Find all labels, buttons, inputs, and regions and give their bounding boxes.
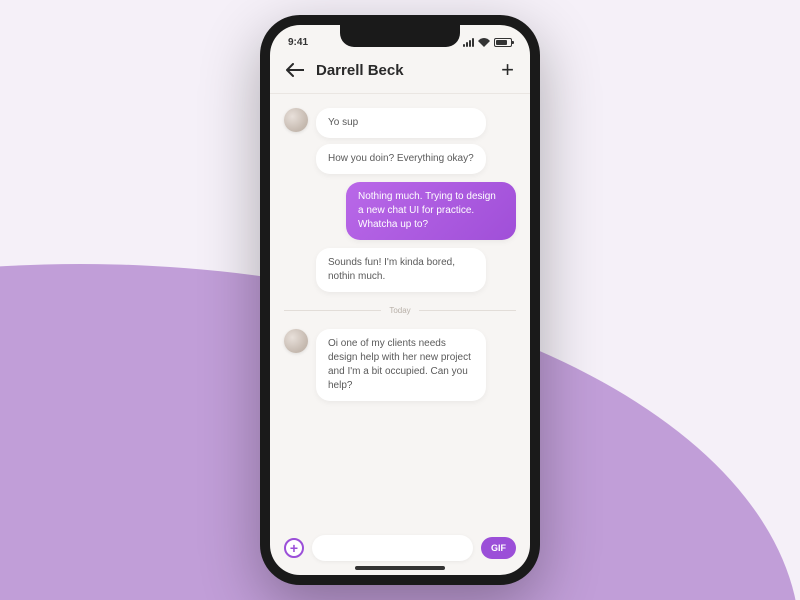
back-icon[interactable]	[286, 63, 304, 77]
status-indicators	[463, 38, 512, 47]
status-time: 9:41	[288, 37, 308, 48]
home-indicator[interactable]	[355, 566, 445, 570]
divider-line	[419, 310, 516, 311]
wifi-icon	[478, 38, 490, 47]
message-input[interactable]	[312, 535, 473, 561]
add-icon[interactable]: +	[501, 59, 514, 81]
message-bubble-incoming: Oi one of my clients needs design help w…	[316, 329, 486, 401]
message-bubble-incoming: Sounds fun! I'm kinda bored, nothin much…	[316, 248, 486, 292]
message-group-outgoing: Nothing much. Trying to design a new cha…	[284, 182, 516, 240]
divider-label: Today	[389, 306, 410, 315]
avatar[interactable]	[284, 329, 308, 353]
message-bubble-outgoing: Nothing much. Trying to design a new cha…	[346, 182, 516, 240]
avatar[interactable]	[284, 108, 308, 132]
battery-icon	[494, 38, 512, 47]
message-list[interactable]: Yo sup How you doin? Everything okay? No…	[270, 94, 530, 525]
gif-button[interactable]: GIF	[481, 537, 516, 559]
signal-icon	[463, 38, 474, 47]
attach-button[interactable]: +	[284, 538, 304, 558]
message-group-incoming: Sounds fun! I'm kinda bored, nothin much…	[284, 248, 516, 292]
phone-screen: 9:41 Darrell Beck + Yo sup How you doin?…	[270, 25, 530, 575]
message-group-incoming: Oi one of my clients needs design help w…	[284, 329, 516, 401]
divider-line	[284, 310, 381, 311]
contact-name: Darrell Beck	[316, 62, 489, 79]
message-group-incoming: Yo sup How you doin? Everything okay?	[284, 108, 516, 174]
phone-notch	[340, 25, 460, 47]
date-divider: Today	[284, 306, 516, 315]
chat-header: Darrell Beck +	[270, 51, 530, 94]
phone-frame: 9:41 Darrell Beck + Yo sup How you doin?…	[260, 15, 540, 585]
message-bubble-incoming: How you doin? Everything okay?	[316, 144, 486, 174]
message-bubble-incoming: Yo sup	[316, 108, 486, 138]
